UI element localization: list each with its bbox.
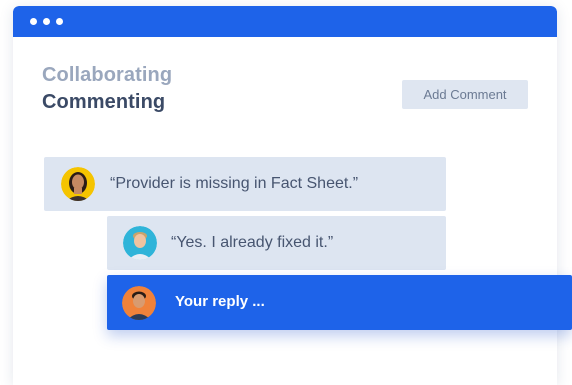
comment-text: “Provider is missing in Fact Sheet.” xyxy=(110,175,359,192)
window-dot-icon[interactable] xyxy=(43,18,50,25)
reply-input[interactable]: Your reply ... xyxy=(107,275,572,330)
reply-placeholder: Your reply ... xyxy=(175,293,265,310)
window-dot-icon[interactable] xyxy=(30,18,37,25)
user-avatar xyxy=(122,286,156,320)
page-title-line1: Collaborating xyxy=(42,64,173,86)
comment-text: “Yes. I already fixed it.” xyxy=(171,234,334,251)
man-avatar xyxy=(123,226,157,260)
woman-avatar xyxy=(61,167,95,201)
title-bar xyxy=(13,6,557,37)
comment-item[interactable]: “Provider is missing in Fact Sheet.” xyxy=(44,157,446,211)
comment-item[interactable]: “Yes. I already fixed it.” xyxy=(107,216,446,270)
window-dot-icon[interactable] xyxy=(56,18,63,25)
page-title-line2: Commenting xyxy=(42,91,166,113)
add-comment-button[interactable]: Add Comment xyxy=(402,80,528,109)
